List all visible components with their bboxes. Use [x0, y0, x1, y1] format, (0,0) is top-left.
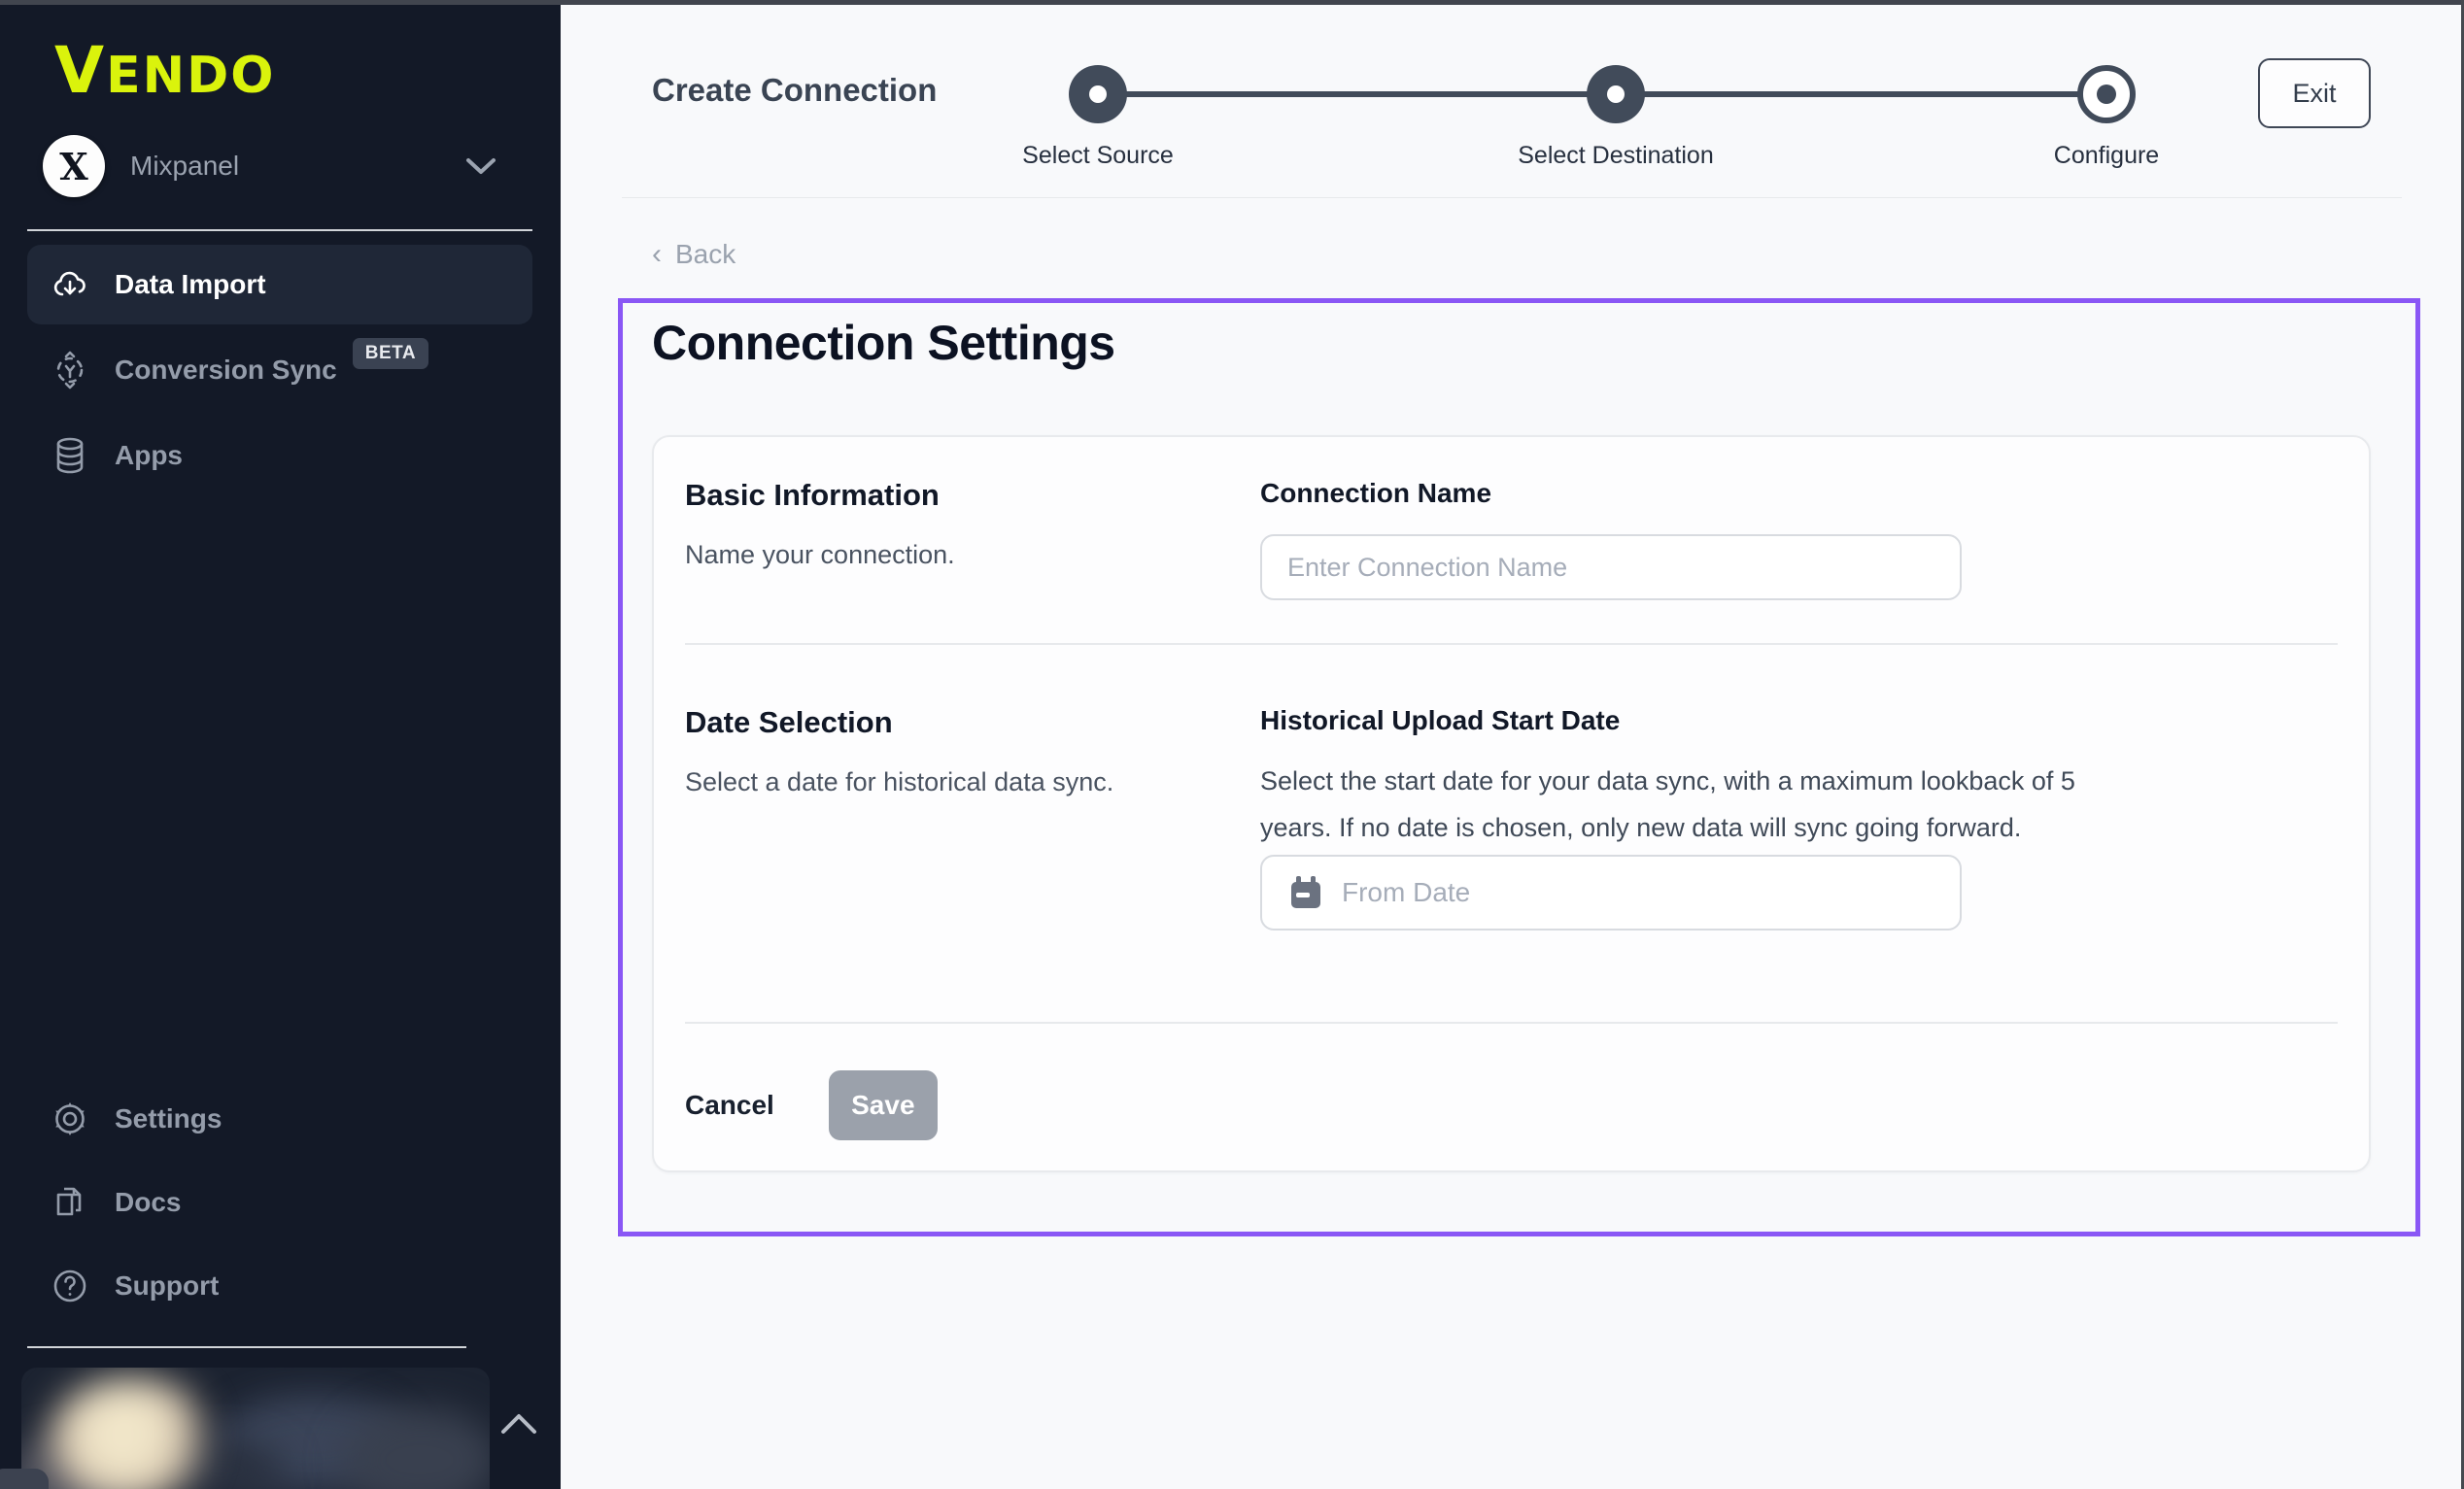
gear-icon: [51, 1100, 89, 1138]
workspace-switcher[interactable]: X Mixpanel: [43, 134, 519, 198]
chevron-up-icon[interactable]: [497, 1410, 540, 1438]
cloud-download-icon: [51, 265, 89, 304]
from-date-input[interactable]: [1260, 855, 1962, 931]
settings-card: Basic Information Name your connection. …: [652, 435, 2371, 1172]
sidebar-item-docs[interactable]: Docs: [27, 1164, 532, 1241]
database-icon: [51, 436, 89, 475]
step-dot-configure: [2077, 65, 2136, 123]
cutoff-element: [0, 1469, 49, 1489]
sidebar-item-apps[interactable]: Apps: [27, 416, 532, 495]
sidebar-item-label: Data Import: [115, 269, 266, 300]
header-divider: [622, 197, 2402, 198]
chevron-left-icon: ‹: [652, 241, 662, 268]
step-label-select-source: Select Source: [1022, 142, 1174, 170]
sidebar-nav: Data Import Conversion Sync BETA: [27, 245, 532, 501]
sidebar-item-label: Conversion Sync: [115, 355, 337, 386]
sidebar-item-label: Apps: [115, 440, 183, 471]
sidebar-divider: [27, 229, 532, 231]
connection-name-input[interactable]: [1260, 534, 1962, 600]
wizard-header: Create Connection Select Source Select D…: [561, 0, 2464, 198]
window-top-edge: [0, 0, 2464, 5]
chevron-down-icon: [464, 155, 497, 177]
card-actions: Cancel Save: [654, 1024, 2369, 1172]
step-dot-select-destination: [1587, 65, 1645, 123]
sidebar-item-data-import[interactable]: Data Import: [27, 245, 532, 324]
main-content: Create Connection Select Source Select D…: [561, 0, 2464, 1489]
section-title: Basic Information: [685, 478, 1260, 513]
date-selection-section: Date Selection Select a date for histori…: [654, 645, 2369, 1022]
basic-information-section: Basic Information Name your connection. …: [654, 437, 2369, 643]
page-title: Connection Settings: [652, 315, 1115, 371]
calendar-icon: [1287, 874, 1324, 911]
exit-button[interactable]: Exit: [2258, 58, 2371, 128]
step-label-select-destination: Select Destination: [1518, 142, 1714, 170]
docs-icon: [51, 1183, 89, 1222]
app-window: VENDO X Mixpanel Data Import: [0, 0, 2464, 1489]
sidebar-item-conversion-sync[interactable]: Conversion Sync BETA: [27, 330, 532, 410]
sidebar-item-label: Settings: [115, 1103, 222, 1134]
sidebar: VENDO X Mixpanel Data Import: [0, 0, 561, 1489]
sidebar-item-label: Docs: [115, 1187, 181, 1218]
step-dot-select-source: [1069, 65, 1127, 123]
workspace-name: Mixpanel: [130, 151, 239, 182]
back-link[interactable]: ‹ Back: [652, 239, 736, 270]
sidebar-item-label: Support: [115, 1270, 219, 1302]
sidebar-divider: [27, 1346, 466, 1348]
section-description: Select a date for historical data sync.: [685, 767, 1260, 797]
section-title: Date Selection: [685, 705, 1260, 740]
connection-settings-panel: Connection Settings Basic Information Na…: [618, 298, 2420, 1236]
mixpanel-logo-icon: X: [43, 135, 105, 197]
help-icon: [51, 1267, 89, 1305]
step-label-configure: Configure: [2054, 142, 2159, 170]
sync-arrows-icon: [51, 351, 89, 389]
section-description: Name your connection.: [685, 540, 1260, 570]
avatar: [49, 1377, 214, 1489]
connection-name-label: Connection Name: [1260, 478, 2369, 509]
user-profile-blurred[interactable]: [21, 1368, 490, 1489]
cancel-button[interactable]: Cancel: [685, 1090, 774, 1121]
back-label: Back: [675, 239, 736, 270]
sidebar-item-support[interactable]: Support: [27, 1247, 532, 1325]
start-date-help-text: Select the start date for your data sync…: [1260, 758, 2081, 851]
start-date-label: Historical Upload Start Date: [1260, 705, 2369, 736]
sidebar-item-settings[interactable]: Settings: [27, 1080, 532, 1158]
sidebar-footer-nav: Settings Docs: [27, 1080, 532, 1331]
save-button[interactable]: Save: [829, 1070, 938, 1140]
vendo-logo: VENDO: [54, 33, 276, 108]
wizard-title: Create Connection: [652, 72, 937, 109]
beta-badge: BETA: [353, 338, 428, 369]
